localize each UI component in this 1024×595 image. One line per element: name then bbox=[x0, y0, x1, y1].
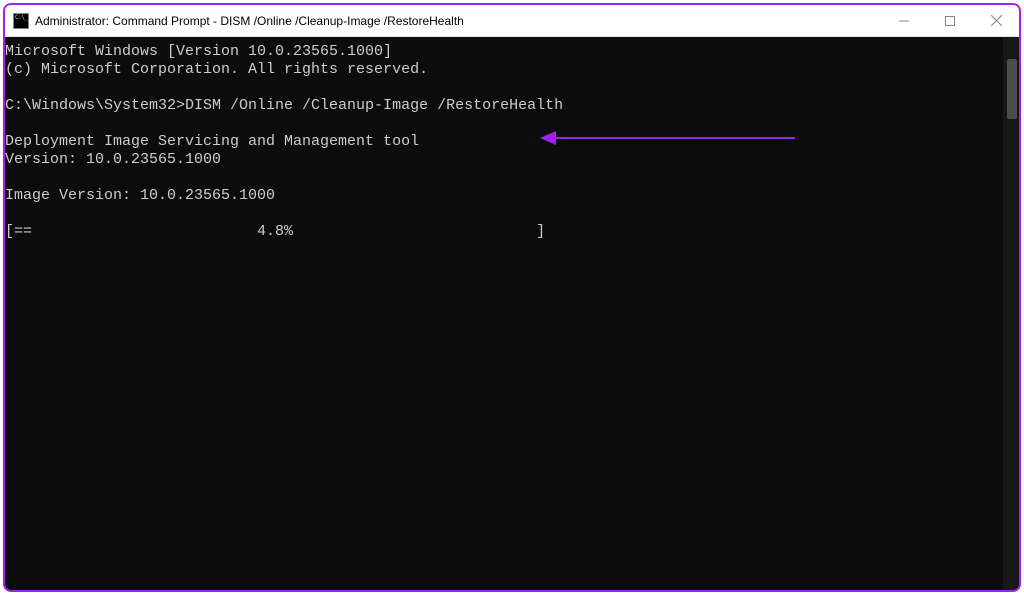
line-version: Microsoft Windows [Version 10.0.23565.10… bbox=[5, 43, 392, 60]
window-frame: Administrator: Command Prompt - DISM /On… bbox=[3, 3, 1021, 592]
scrollbar-track[interactable] bbox=[1003, 37, 1019, 590]
close-button[interactable] bbox=[973, 5, 1019, 36]
window-controls bbox=[881, 5, 1019, 36]
line-progress: [== 4.8% ] bbox=[5, 223, 545, 240]
maximize-icon bbox=[945, 16, 955, 26]
scrollbar-thumb[interactable] bbox=[1007, 59, 1017, 119]
maximize-button[interactable] bbox=[927, 5, 973, 36]
close-icon bbox=[991, 15, 1002, 26]
line-prompt: C:\Windows\System32>DISM /Online /Cleanu… bbox=[5, 97, 563, 114]
window-title: Administrator: Command Prompt - DISM /On… bbox=[35, 14, 464, 28]
line-image-version: Image Version: 10.0.23565.1000 bbox=[5, 187, 275, 204]
titlebar[interactable]: Administrator: Command Prompt - DISM /On… bbox=[5, 5, 1019, 37]
line-copyright: (c) Microsoft Corporation. All rights re… bbox=[5, 61, 428, 78]
minimize-button[interactable] bbox=[881, 5, 927, 36]
terminal-area[interactable]: Microsoft Windows [Version 10.0.23565.10… bbox=[5, 37, 1019, 590]
line-tool-name: Deployment Image Servicing and Managemen… bbox=[5, 133, 419, 150]
line-tool-version: Version: 10.0.23565.1000 bbox=[5, 151, 221, 168]
titlebar-left: Administrator: Command Prompt - DISM /On… bbox=[13, 13, 464, 29]
minimize-icon bbox=[899, 16, 909, 26]
cmd-icon bbox=[13, 13, 29, 29]
terminal-output: Microsoft Windows [Version 10.0.23565.10… bbox=[5, 37, 1019, 590]
